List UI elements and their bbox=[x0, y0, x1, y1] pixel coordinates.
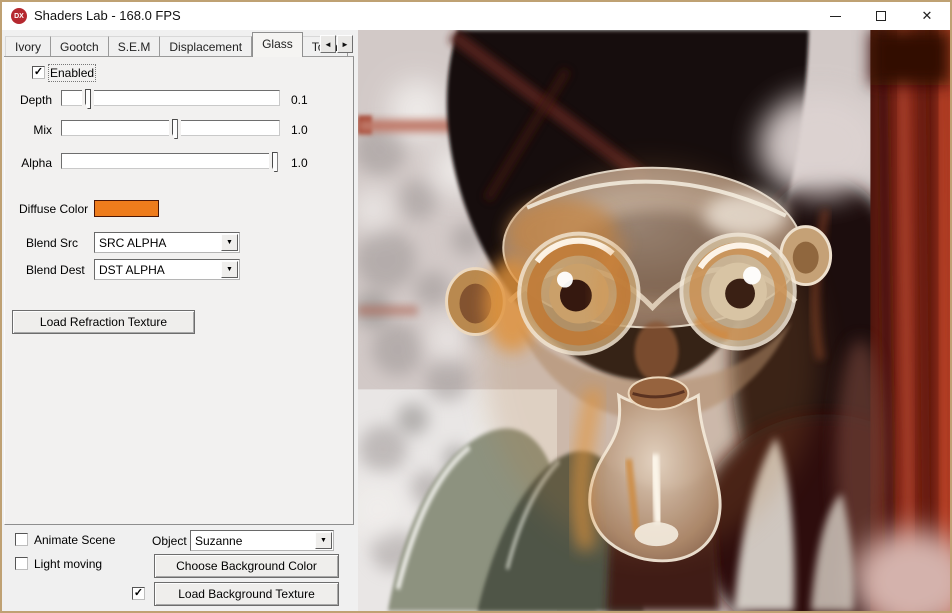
tab-bar: Ivory Gootch S.E.M Displacement Glass To… bbox=[5, 34, 354, 57]
blend-src-combo[interactable]: SRC ALPHA ▼ bbox=[94, 232, 240, 253]
depth-label: Depth bbox=[2, 93, 52, 107]
alpha-value: 1.0 bbox=[291, 156, 308, 170]
tab-displacement[interactable]: Displacement bbox=[160, 36, 252, 57]
suzanne-glass-render bbox=[358, 30, 950, 611]
mix-label: Mix bbox=[2, 123, 52, 137]
mix-slider[interactable] bbox=[61, 120, 280, 136]
depth-slider[interactable] bbox=[61, 90, 280, 106]
diffuse-color-label: Diffuse Color bbox=[19, 202, 88, 216]
app-icon: DX bbox=[11, 8, 27, 24]
choose-background-color-button[interactable]: Choose Background Color bbox=[154, 554, 339, 578]
close-button[interactable]: ✕ bbox=[904, 2, 950, 30]
object-value: Suzanne bbox=[191, 534, 315, 548]
blend-src-value: SRC ALPHA bbox=[95, 236, 221, 250]
blend-src-label: Blend Src bbox=[26, 236, 78, 250]
titlebar[interactable]: DX Shaders Lab - 168.0 FPS ✕ bbox=[2, 2, 950, 30]
animate-scene-label[interactable]: Animate Scene bbox=[34, 533, 115, 547]
alpha-slider[interactable] bbox=[61, 153, 280, 169]
tab-glass[interactable]: Glass bbox=[252, 32, 303, 57]
tab-scroll-right-button[interactable]: ► bbox=[337, 35, 353, 53]
minimize-button[interactable] bbox=[812, 2, 858, 30]
mix-value: 1.0 bbox=[291, 123, 308, 137]
blend-dest-dropdown-arrow-icon[interactable]: ▼ bbox=[221, 261, 238, 278]
light-moving-checkbox[interactable] bbox=[15, 557, 28, 570]
tab-scroll-left-button[interactable]: ◄ bbox=[320, 35, 336, 53]
maximize-button[interactable] bbox=[858, 2, 904, 30]
load-bg-texture-checkbox[interactable]: ✓ bbox=[132, 587, 145, 600]
light-moving-label[interactable]: Light moving bbox=[34, 557, 102, 571]
blend-src-dropdown-arrow-icon[interactable]: ▼ bbox=[221, 234, 238, 251]
object-combo[interactable]: Suzanne ▼ bbox=[190, 530, 334, 551]
load-background-texture-button[interactable]: Load Background Texture bbox=[154, 582, 339, 606]
blend-dest-combo[interactable]: DST ALPHA ▼ bbox=[94, 259, 240, 280]
tab-gootch[interactable]: Gootch bbox=[51, 36, 109, 57]
window-title: Shaders Lab - 168.0 FPS bbox=[34, 8, 181, 23]
alpha-slider-thumb[interactable] bbox=[272, 152, 278, 172]
load-refraction-texture-button[interactable]: Load Refraction Texture bbox=[12, 310, 195, 334]
viewport-3d-render[interactable] bbox=[358, 30, 950, 611]
app-window: DX Shaders Lab - 168.0 FPS ✕ Ivory Gootc… bbox=[0, 0, 952, 613]
control-panel: Ivory Gootch S.E.M Displacement Glass To… bbox=[2, 30, 358, 613]
blend-dest-value: DST ALPHA bbox=[95, 263, 221, 277]
depth-slider-thumb[interactable] bbox=[85, 89, 91, 109]
alpha-label: Alpha bbox=[2, 156, 52, 170]
depth-value: 0.1 bbox=[291, 93, 308, 107]
maximize-icon bbox=[876, 11, 886, 21]
enabled-checkbox[interactable]: ✓ bbox=[32, 66, 45, 79]
tab-ivory[interactable]: Ivory bbox=[5, 36, 51, 57]
minimize-icon bbox=[830, 16, 841, 17]
blend-dest-label: Blend Dest bbox=[26, 263, 85, 277]
enabled-label[interactable]: Enabled bbox=[50, 66, 94, 80]
mix-slider-thumb[interactable] bbox=[172, 119, 178, 139]
object-dropdown-arrow-icon[interactable]: ▼ bbox=[315, 532, 332, 549]
animate-scene-checkbox[interactable] bbox=[15, 533, 28, 546]
object-label: Object bbox=[152, 534, 187, 548]
diffuse-color-swatch[interactable] bbox=[94, 200, 159, 217]
tab-sem[interactable]: S.E.M bbox=[109, 36, 161, 57]
